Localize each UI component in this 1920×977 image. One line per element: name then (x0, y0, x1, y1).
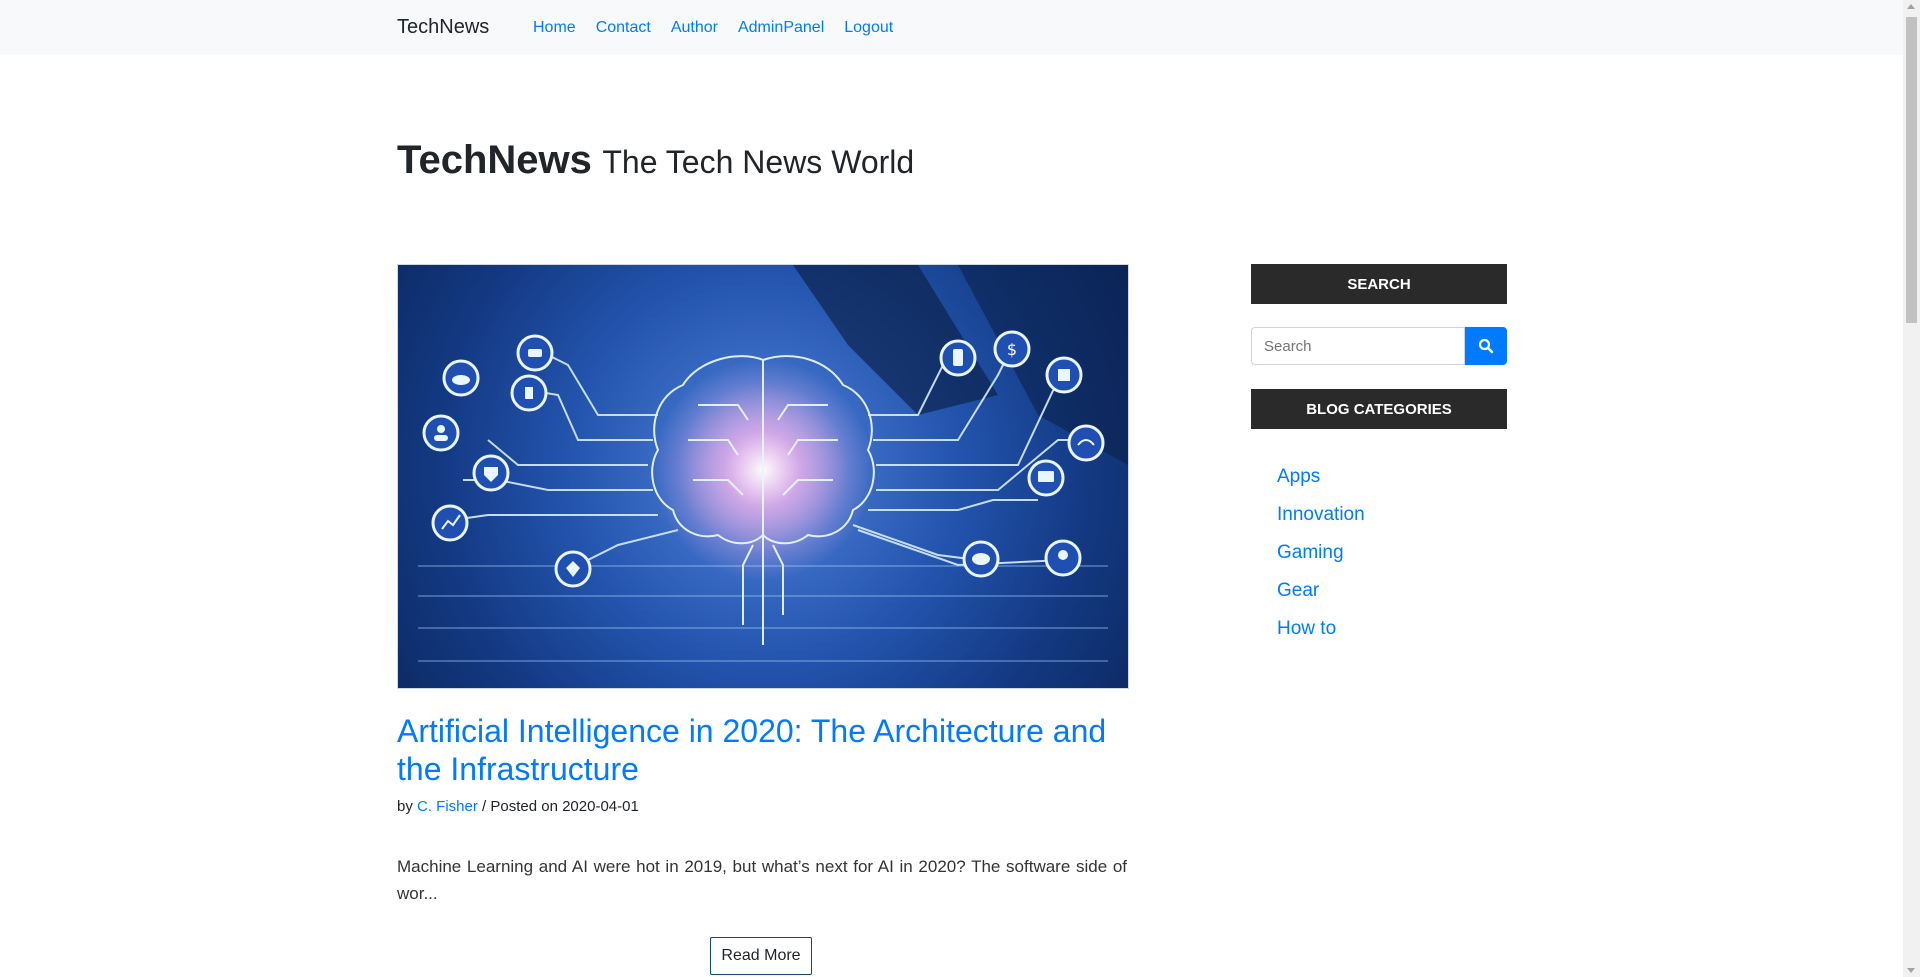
nav-logout-link[interactable]: Logout (844, 19, 893, 37)
top-navbar: TechNews Home Contact Author AdminPanel … (0, 0, 1903, 55)
svg-text:$: $ (1007, 340, 1017, 359)
post-posted-label: / Posted on (482, 798, 558, 815)
category-link-how-to[interactable]: How to (1277, 618, 1336, 639)
nav-contact-link[interactable]: Contact (596, 19, 651, 37)
search-button[interactable] (1465, 327, 1507, 365)
site-header: TechNews The Tech News World (397, 138, 914, 183)
post-by-label: by (397, 798, 413, 815)
search-heading: SEARCH (1251, 264, 1507, 304)
navbar-brand[interactable]: TechNews (397, 16, 489, 39)
nav-author-link[interactable]: Author (671, 19, 718, 37)
post-meta: by C. Fisher / Posted on 2020-04-01 (397, 798, 639, 815)
category-link-innovation[interactable]: Innovation (1277, 504, 1365, 525)
scroll-down-arrow-icon[interactable] (1907, 968, 1915, 973)
scroll-up-arrow-icon[interactable] (1907, 4, 1915, 9)
list-item: Apps (1277, 458, 1365, 496)
list-item: Gear (1277, 572, 1365, 610)
category-link-apps[interactable]: Apps (1277, 466, 1320, 487)
post-date: 2020-04-01 (562, 798, 639, 815)
vertical-scrollbar[interactable] (1903, 0, 1920, 977)
post-author-link[interactable]: C. Fisher (417, 798, 478, 815)
category-link-gaming[interactable]: Gaming (1277, 542, 1344, 563)
nav-links: Home Contact Author AdminPanel Logout (533, 19, 913, 37)
nav-adminpanel-link[interactable]: AdminPanel (738, 19, 824, 37)
ai-brain-circuit-illustration: $ (398, 265, 1128, 688)
list-item: Gaming (1277, 534, 1365, 572)
list-item: Innovation (1277, 496, 1365, 534)
search-form (1251, 327, 1507, 365)
category-link-gear[interactable]: Gear (1277, 580, 1319, 601)
blog-categories-heading: BLOG CATEGORIES (1251, 389, 1507, 429)
nav-home-link[interactable]: Home (533, 19, 576, 37)
list-item: How to (1277, 610, 1365, 648)
scroll-thumb[interactable] (1906, 17, 1917, 323)
category-list: Apps Innovation Gaming Gear How to (1277, 458, 1365, 648)
post-title-link[interactable]: Artificial Intelligence in 2020: The Arc… (397, 712, 1127, 788)
search-input[interactable] (1251, 327, 1465, 365)
post-featured-image[interactable]: $ (397, 264, 1129, 689)
search-icon (1478, 338, 1494, 354)
site-tagline: The Tech News World (602, 144, 915, 180)
read-more-button[interactable]: Read More (710, 937, 812, 975)
post-excerpt: Machine Learning and AI were hot in 2019… (397, 857, 1127, 903)
site-title: TechNews (397, 138, 592, 182)
